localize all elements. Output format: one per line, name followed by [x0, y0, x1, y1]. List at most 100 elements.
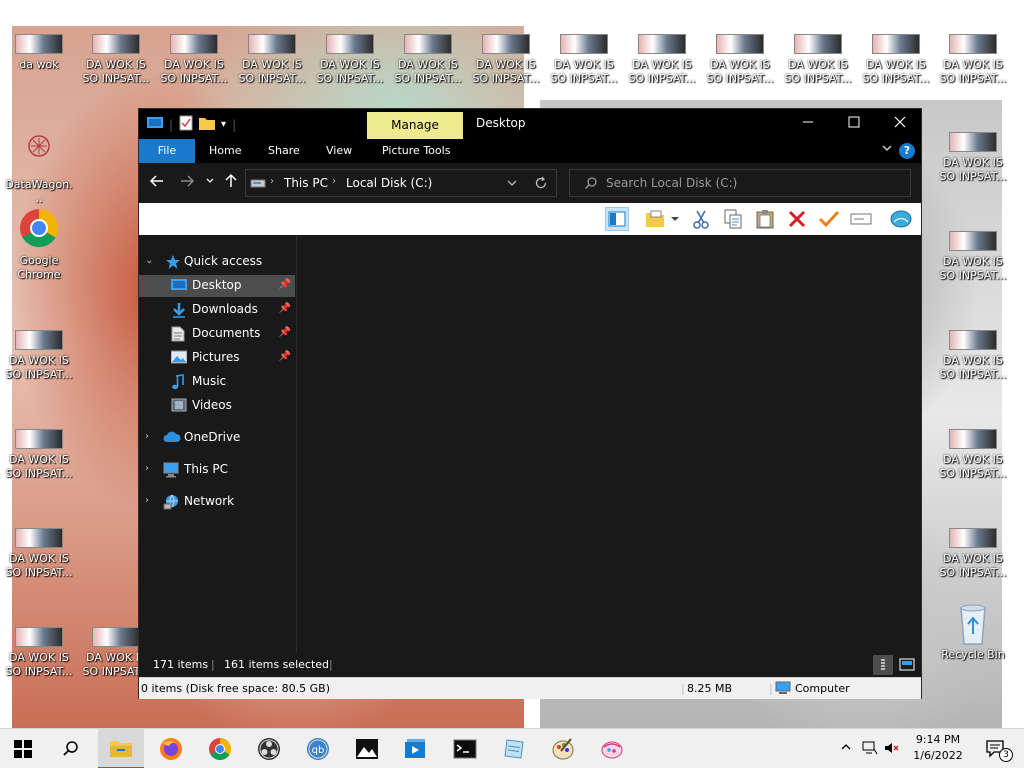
desktop-icon[interactable]: DA WOK IS SO INPSAT...	[159, 34, 229, 86]
large-icons-view-button[interactable]	[897, 655, 917, 675]
tab-view[interactable]: View	[326, 139, 352, 163]
properties-icon[interactable]	[179, 115, 193, 134]
refresh-icon[interactable]	[534, 176, 548, 193]
back-button[interactable]	[149, 173, 165, 193]
taskbar-qbittorrent[interactable]: qb	[295, 729, 341, 768]
nav-item-documents[interactable]: Documents 📌	[139, 323, 295, 345]
nav-item-downloads[interactable]: Downloads 📌	[139, 299, 295, 321]
taskbar-chrome[interactable]	[197, 729, 243, 768]
desktop-icon[interactable]: DA WOK IS SO INPSAT...	[938, 231, 1008, 283]
taskbar-video-editor[interactable]	[393, 729, 439, 768]
desktop-icon[interactable]: DA WOK IS SO INPSAT...	[938, 132, 1008, 184]
expand-ribbon-icon[interactable]	[881, 142, 893, 157]
taskbar-notepad[interactable]	[491, 729, 537, 768]
desktop-icon[interactable]: DA WOK IS SO INPSAT...	[393, 34, 463, 86]
desktop-icon[interactable]: da wok	[4, 34, 74, 72]
nav-this-pc[interactable]: › This PC	[139, 459, 295, 481]
new-folder-icon[interactable]	[199, 116, 216, 133]
minimize-button[interactable]	[785, 109, 831, 139]
pin-icon[interactable]: 📌	[279, 303, 291, 314]
window-icon[interactable]	[147, 116, 163, 133]
forward-button[interactable]	[179, 173, 195, 193]
desktop-icon-datawagon[interactable]: DataWagon...	[4, 132, 74, 206]
chevron-down-icon[interactable]: ⌄	[145, 255, 153, 266]
desktop-icon-recycle-bin[interactable]: Recycle Bin	[938, 602, 1008, 662]
rename-icon[interactable]	[849, 207, 873, 231]
nav-network[interactable]: › Network	[139, 491, 295, 513]
copy-icon[interactable]	[721, 207, 745, 231]
desktop-icon[interactable]: DA WOK IS SO INPSAT...	[783, 34, 853, 86]
chevron-right-icon[interactable]: ›	[145, 463, 149, 474]
check-icon[interactable]	[817, 207, 841, 231]
help-button[interactable]: ?	[899, 143, 915, 159]
layout-icon[interactable]	[643, 207, 667, 231]
nav-item-desktop[interactable]: Desktop 📌	[139, 275, 295, 297]
up-button[interactable]	[223, 173, 239, 193]
search-input[interactable]	[606, 174, 896, 192]
maximize-button[interactable]	[831, 109, 877, 139]
desktop-icon[interactable]: DA WOK IS SO INPSAT...	[4, 627, 74, 679]
desktop-icon[interactable]: DA WOK IS SO INPSAT...	[471, 34, 541, 86]
address-dropdown-icon[interactable]	[506, 177, 518, 192]
pin-icon[interactable]: 📌	[279, 279, 291, 290]
breadcrumb-local-disk[interactable]: Local Disk (C:)	[346, 176, 432, 190]
system-clock[interactable]: 9:14 PM 1/6/2022	[906, 732, 970, 764]
desktop-icon[interactable]: DA WOK IS SO INPSAT...	[938, 528, 1008, 580]
show-hidden-icons-icon[interactable]	[840, 741, 852, 756]
desktop-icon[interactable]: DA WOK IS SO INPSAT...	[81, 34, 151, 86]
start-button[interactable]	[0, 729, 46, 768]
desktop-icon[interactable]: DA WOK IS SO INPSAT...	[938, 34, 1008, 86]
cut-icon[interactable]	[689, 207, 713, 231]
tab-share[interactable]: Share	[268, 139, 300, 163]
desktop-icon[interactable]: DA WOK IS SO INPSAT...	[861, 34, 931, 86]
recent-locations-button[interactable]	[205, 173, 215, 193]
desktop-icon[interactable]: DA WOK IS SO INPSAT...	[315, 34, 385, 86]
pin-icon[interactable]: 📌	[279, 351, 291, 362]
file-list-area[interactable]	[297, 235, 921, 653]
taskbar-file-explorer[interactable]	[98, 729, 144, 768]
nav-onedrive[interactable]: › OneDrive	[139, 427, 295, 449]
nav-quick-access[interactable]: ⌄ Quick access	[139, 251, 295, 273]
desktop-icon[interactable]: DA WOK IS SO INPSAT...	[938, 330, 1008, 382]
taskbar-photos[interactable]	[344, 729, 390, 768]
desktop-icon[interactable]: DA WOK IS SO INPSAT...	[938, 429, 1008, 481]
tab-home[interactable]: Home	[209, 139, 241, 163]
search-button[interactable]	[48, 729, 94, 768]
close-button[interactable]	[877, 109, 923, 139]
pin-icon[interactable]: 📌	[279, 327, 291, 338]
tab-picture-tools[interactable]: Picture Tools	[382, 139, 450, 163]
properties-globe-icon[interactable]	[889, 207, 913, 231]
delete-icon[interactable]	[785, 207, 809, 231]
paste-icon[interactable]	[753, 207, 777, 231]
taskbar-paint[interactable]	[540, 729, 586, 768]
layout-dropdown-icon[interactable]	[669, 207, 681, 231]
breadcrumb-this-pc[interactable]: This PC	[284, 176, 328, 190]
taskbar-paint-3d[interactable]	[589, 729, 635, 768]
customize-quick-access-icon[interactable]: ▾	[221, 119, 226, 130]
nav-item-music[interactable]: Music	[139, 371, 295, 393]
desktop-icon[interactable]: DA WOK IS SO INPSAT...	[237, 34, 307, 86]
desktop-icon[interactable]: DA WOK IS SO INPSAT...	[4, 330, 74, 382]
taskbar-firefox[interactable]	[148, 729, 194, 768]
nav-item-videos[interactable]: Videos	[139, 395, 295, 417]
network-status-icon[interactable]	[862, 741, 878, 758]
desktop-icon[interactable]: DA WOK IS SO INPSAT...	[549, 34, 619, 86]
taskbar-obs[interactable]	[246, 729, 292, 768]
search-box[interactable]	[569, 169, 911, 197]
desktop-icon[interactable]: DA WOK IS SO INPSAT...	[4, 528, 74, 580]
action-center-button[interactable]: 3	[976, 729, 1016, 768]
details-view-button[interactable]	[873, 655, 893, 675]
desktop-icon[interactable]: DA WOK IS SO INPSAT...	[705, 34, 775, 86]
preview-pane-icon[interactable]	[605, 207, 629, 231]
desktop-icon[interactable]: DA WOK IS SO INPSAT...	[627, 34, 697, 86]
chevron-right-icon[interactable]: ›	[145, 495, 149, 506]
volume-muted-icon[interactable]	[884, 741, 900, 758]
tab-file[interactable]: File	[139, 139, 195, 163]
tab-manage[interactable]: Manage	[367, 112, 463, 139]
taskbar-command-prompt[interactable]	[442, 729, 488, 768]
desktop-icon[interactable]: DA WOK IS SO INPSAT...	[4, 429, 74, 481]
address-bar[interactable]: › This PC › Local Disk (C:)	[245, 169, 557, 197]
chevron-right-icon[interactable]: ›	[145, 431, 149, 442]
desktop-icon-chrome[interactable]: Google Chrome	[4, 208, 74, 282]
nav-item-pictures[interactable]: Pictures 📌	[139, 347, 295, 369]
